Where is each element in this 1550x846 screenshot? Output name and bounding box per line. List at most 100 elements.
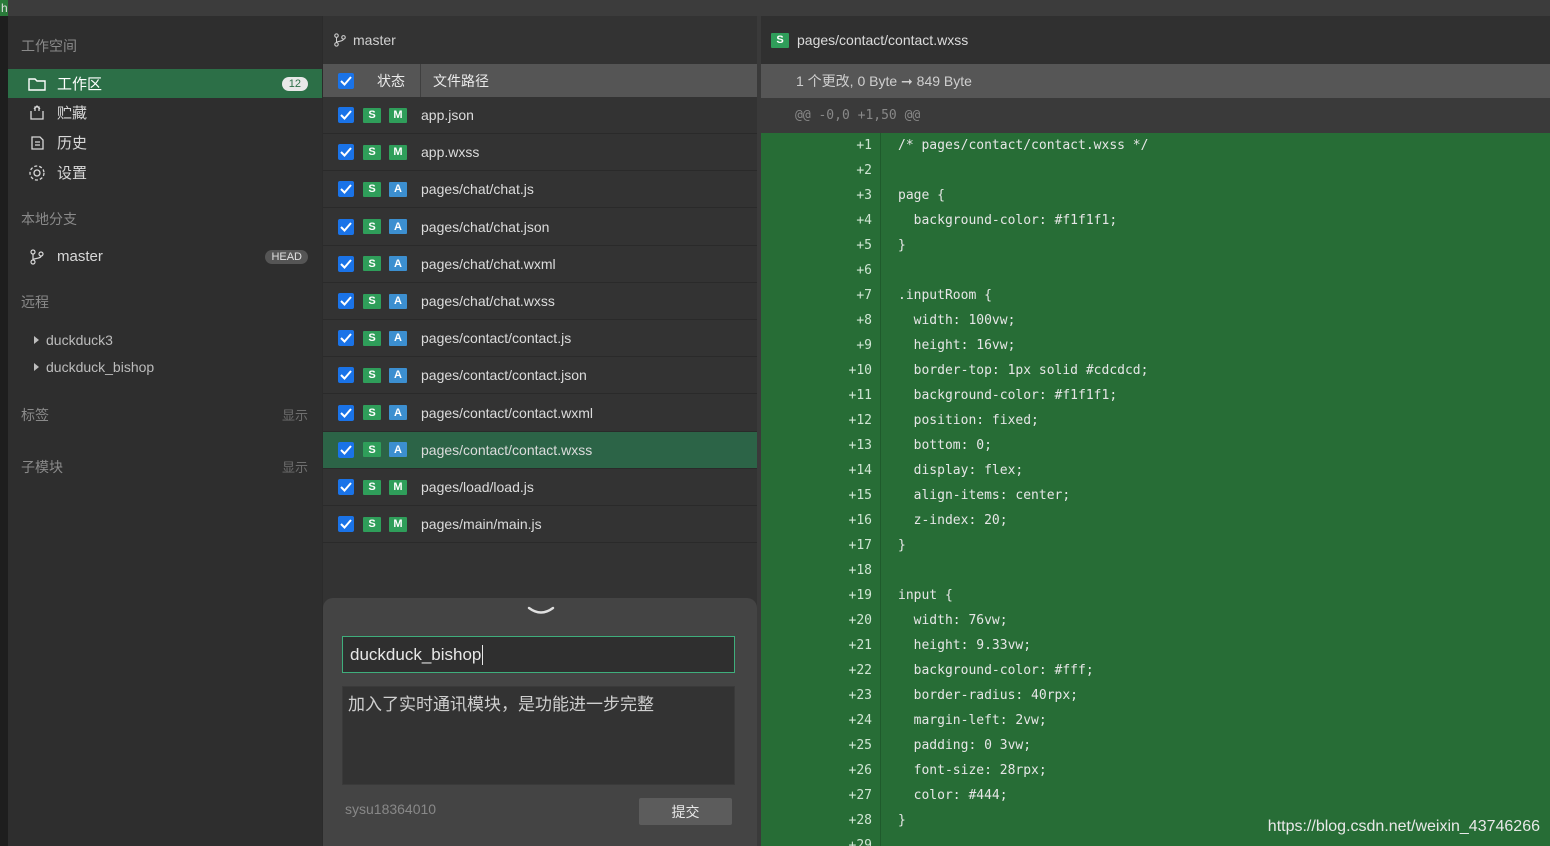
code-line: +8 width: 100vw; <box>761 308 1550 333</box>
added-tag: A <box>389 181 407 197</box>
file-checkbox[interactable] <box>338 255 354 272</box>
remote-item-duckduck3[interactable]: duckduck3 <box>34 332 113 348</box>
head-badge: HEAD <box>265 249 308 264</box>
file-path: pages/main/main.js <box>421 516 542 533</box>
file-row[interactable]: S Apages/contact/contact.json <box>323 357 757 395</box>
diff-stat: 1 个更改, 0 Byte ➞ 849 Byte <box>761 64 1550 98</box>
code-line: +22 background-color: #fff; <box>761 658 1550 683</box>
column-header-status[interactable]: 状态 <box>377 71 405 91</box>
line-number: +4 <box>856 213 872 228</box>
file-row[interactable]: S Apages/chat/chat.wxml <box>323 246 757 283</box>
file-checkbox[interactable] <box>338 441 354 458</box>
file-row[interactable]: S Apages/contact/contact.wxml <box>323 395 757 432</box>
commit-message-value: 加入了实时通讯模块，是功能进一步完整 <box>348 695 654 714</box>
line-number: +28 <box>848 813 872 828</box>
sidebar-item-history[interactable]: 历史 <box>8 128 322 157</box>
submodules-show-toggle[interactable]: 显示 <box>282 457 308 476</box>
current-branch-label: master <box>353 32 396 48</box>
line-number: +14 <box>848 463 872 478</box>
added-tag: A <box>389 219 407 235</box>
sidebar-item-stash[interactable]: 贮藏 <box>8 98 322 127</box>
column-header-path[interactable]: 文件路径 <box>433 71 489 91</box>
staged-tag: S <box>363 144 381 160</box>
staged-tag: S <box>363 219 381 235</box>
file-checkbox[interactable] <box>338 107 354 123</box>
line-number: +20 <box>848 613 872 628</box>
file-row[interactable]: S Mpages/main/main.js <box>323 506 757 544</box>
watermark: https://blog.csdn.net/weixin_43746266 <box>1267 818 1540 835</box>
staged-tag: S <box>363 442 381 458</box>
file-row[interactable]: S Mpages/load/load.js <box>323 469 757 506</box>
sidebar-item-label: 工作区 <box>57 76 103 93</box>
line-text: /* pages/contact/contact.wxss */ <box>898 138 1149 153</box>
file-checkbox[interactable] <box>338 218 354 235</box>
file-row[interactable]: S Apages/contact/contact.wxss <box>323 431 757 469</box>
staged-tag: S <box>363 405 381 421</box>
file-checkbox[interactable] <box>338 293 354 309</box>
branch-icon <box>333 33 347 47</box>
file-path: pages/load/load.js <box>421 479 534 495</box>
code-line: +12 position: fixed; <box>761 408 1550 433</box>
commit-summary-input[interactable]: duckduck_bishop <box>342 636 735 673</box>
file-path: pages/contact/contact.js <box>421 330 572 347</box>
file-checkbox[interactable] <box>338 479 354 495</box>
chevron-down-icon[interactable] <box>527 606 555 616</box>
line-text: border-top: 1px solid #cdcdcd; <box>898 363 1149 378</box>
added-tag: A <box>389 442 407 458</box>
workspace-section-title: 工作空间 <box>21 38 77 54</box>
file-checkbox[interactable] <box>338 181 354 198</box>
commit-submit-button[interactable]: 提交 <box>639 798 732 825</box>
file-checkbox[interactable] <box>338 144 354 161</box>
line-number: +6 <box>856 263 872 278</box>
left-edge <box>0 16 8 846</box>
line-number: +16 <box>848 513 872 528</box>
file-row[interactable]: S Apages/chat/chat.json <box>323 209 757 246</box>
code-line: +2 <box>761 158 1550 183</box>
file-row[interactable]: S Apages/chat/chat.wxss <box>323 283 757 320</box>
modified-tag: M <box>389 144 407 160</box>
line-number: +7 <box>856 288 872 303</box>
line-number: +15 <box>848 488 872 503</box>
sidebar-item-label: 贮藏 <box>57 105 88 122</box>
code-line: +5} <box>761 233 1550 258</box>
file-checkbox[interactable] <box>338 516 354 533</box>
file-row[interactable]: S Mapp.json <box>323 97 757 134</box>
staged-tag: S <box>363 256 381 272</box>
line-number: +25 <box>848 738 872 753</box>
file-checkbox[interactable] <box>338 404 354 421</box>
remote-item-duckduck-bishop[interactable]: duckduck_bishop <box>34 359 154 375</box>
commit-message-textarea[interactable]: 加入了实时通讯模块，是功能进一步完整 <box>342 686 735 785</box>
code-line: +6 <box>761 258 1550 283</box>
changes-table-header: 状态 文件路径 <box>323 64 757 97</box>
commit-panel: duckduck_bishop 加入了实时通讯模块，是功能进一步完整 sysu1… <box>323 598 757 846</box>
line-text: width: 76vw; <box>898 613 1008 628</box>
code-line: +7 .inputRoom { <box>761 283 1550 308</box>
line-number: +13 <box>848 438 872 453</box>
file-row[interactable]: S Apages/contact/contact.js <box>323 320 757 358</box>
branch-item-master[interactable]: master HEAD <box>8 242 322 271</box>
line-text: padding: 0 3vw; <box>898 738 1032 753</box>
tags-show-toggle[interactable]: 显示 <box>282 405 308 424</box>
line-number: +8 <box>856 313 872 328</box>
line-number: +22 <box>848 663 872 678</box>
line-text: font-size: 28rpx; <box>898 763 1047 778</box>
code-line: +13 bottom: 0; <box>761 433 1550 458</box>
code-line: +26 font-size: 28rpx; <box>761 758 1550 783</box>
select-all-checkbox[interactable] <box>338 72 354 89</box>
line-text: position: fixed; <box>898 413 1039 428</box>
line-text: z-index: 20; <box>898 513 1008 528</box>
line-number: +11 <box>848 388 872 403</box>
title-bar-mark: h <box>0 0 8 16</box>
file-row[interactable]: S Mapp.wxss <box>323 134 757 172</box>
line-text: input { <box>898 588 953 603</box>
line-number: +2 <box>856 163 872 178</box>
folder-icon <box>28 75 46 93</box>
file-checkbox[interactable] <box>338 330 354 347</box>
file-checkbox[interactable] <box>338 367 354 384</box>
file-row[interactable]: S Apages/chat/chat.js <box>323 171 757 209</box>
tags-section-title: 标签 <box>21 407 49 423</box>
sidebar-item-settings[interactable]: 设置 <box>8 158 322 187</box>
commit-author: sysu18364010 <box>345 801 437 817</box>
file-path: pages/contact/contact.wxss <box>421 441 593 458</box>
sidebar-item-workspace[interactable]: 工作区 12 <box>8 69 322 98</box>
